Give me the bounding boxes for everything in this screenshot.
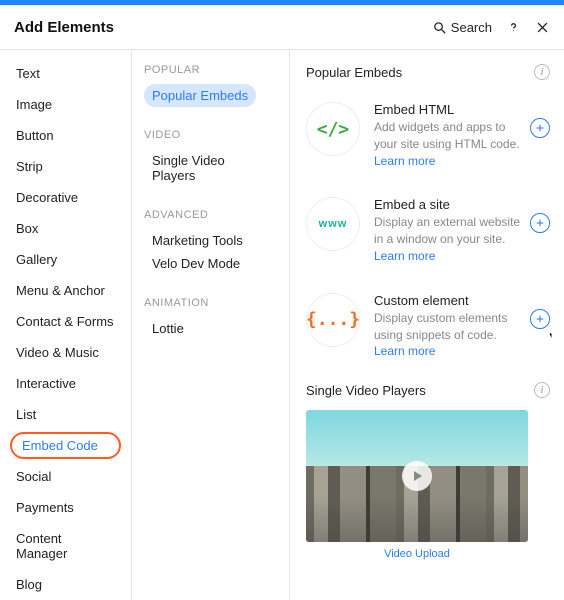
category-item[interactable]: Payments	[10, 494, 121, 521]
category-item[interactable]: List	[10, 401, 121, 428]
search-label: Search	[451, 20, 492, 35]
search-button[interactable]: Search	[432, 20, 492, 35]
embed-title: Embed HTML	[374, 102, 524, 117]
category-item[interactable]: Button	[10, 122, 121, 149]
category-item[interactable]: Blog	[10, 571, 121, 598]
subcategory-item[interactable]: Popular Embeds	[144, 84, 256, 107]
learn-more-link[interactable]: Learn more	[374, 249, 435, 263]
embed-description: Add widgets and apps to your site using …	[374, 119, 524, 169]
video-thumbnail[interactable]	[306, 410, 528, 542]
plus-icon	[535, 218, 545, 228]
category-item[interactable]: Interactive	[10, 370, 121, 397]
section-title: Single Video Players	[306, 383, 426, 398]
plus-icon	[535, 314, 545, 324]
subcategory-item[interactable]: Lottie	[144, 317, 277, 340]
category-item[interactable]: Text	[10, 60, 121, 87]
embed-description: Display an external website in a window …	[374, 214, 524, 264]
section-title: Popular Embeds	[306, 65, 402, 80]
close-icon	[535, 20, 550, 35]
learn-more-link[interactable]: Learn more	[374, 344, 435, 358]
plus-icon	[535, 123, 545, 133]
category-nav: Text Image Button Strip Decorative Box Gallery…	[0, 50, 132, 600]
subcategory-heading: POPULAR	[144, 64, 277, 76]
embed-title: Embed a site	[374, 197, 524, 212]
info-icon[interactable]: i	[534, 382, 550, 398]
category-item[interactable]: Image	[10, 91, 121, 118]
subcategory-heading: ADVANCED	[144, 209, 277, 221]
subcategory-item[interactable]: Velo Dev Mode	[144, 252, 277, 275]
play-icon	[402, 461, 432, 491]
search-icon	[432, 20, 447, 35]
embed-option: {...} Custom element Display custom elemen…	[306, 283, 550, 378]
panel-title: Add Elements	[14, 19, 114, 36]
embed-option: www Embed a site Display an external websi…	[306, 187, 550, 282]
embed-title: Custom element	[374, 293, 524, 308]
embed-option: </> Embed HTML Add widgets and apps to you…	[306, 92, 550, 187]
subcategory-item[interactable]: Marketing Tools	[144, 229, 277, 252]
category-item[interactable]: Box	[10, 215, 121, 242]
category-item[interactable]: Strip	[10, 153, 121, 180]
help-button[interactable]	[506, 20, 521, 35]
www-icon: www	[306, 197, 360, 251]
category-item[interactable]: Content Manager	[10, 525, 121, 567]
subcategory-heading: VIDEO	[144, 129, 277, 141]
video-caption[interactable]: Video Upload	[306, 548, 528, 560]
category-item[interactable]: Decorative	[10, 184, 121, 211]
cursor-pointer-icon	[546, 331, 556, 341]
category-item[interactable]: Menu & Anchor	[10, 277, 121, 304]
embed-description: Display custom elements using snippets o…	[374, 310, 524, 360]
learn-more-link[interactable]: Learn more	[374, 154, 435, 168]
add-element-button[interactable]	[530, 213, 550, 233]
section-header-video-players: Single Video Players i	[306, 382, 550, 398]
html-icon: </>	[306, 102, 360, 156]
category-item[interactable]: Video & Music	[10, 339, 121, 366]
subcategory-nav: POPULAR Popular Embeds VIDEO Single Video P…	[132, 50, 290, 600]
subcategory-heading: ANIMATION	[144, 297, 277, 309]
results-pane: Popular Embeds i </> Embed HTML Add widget…	[290, 50, 564, 600]
category-item[interactable]: Contact & Forms	[10, 308, 121, 335]
category-item[interactable]: Embed Code	[10, 432, 121, 459]
add-element-button[interactable]	[530, 118, 550, 138]
info-icon[interactable]: i	[534, 64, 550, 80]
category-item[interactable]: Social	[10, 463, 121, 490]
add-element-button[interactable]	[530, 309, 550, 329]
category-item[interactable]: Gallery	[10, 246, 121, 273]
help-icon	[506, 20, 521, 35]
section-header-popular-embeds: Popular Embeds i	[306, 64, 550, 80]
panel-header: Add Elements Search	[0, 5, 564, 50]
close-button[interactable]	[535, 20, 550, 35]
subcategory-item[interactable]: Single Video Players	[144, 149, 277, 187]
curly-icon: {...}	[306, 293, 360, 347]
